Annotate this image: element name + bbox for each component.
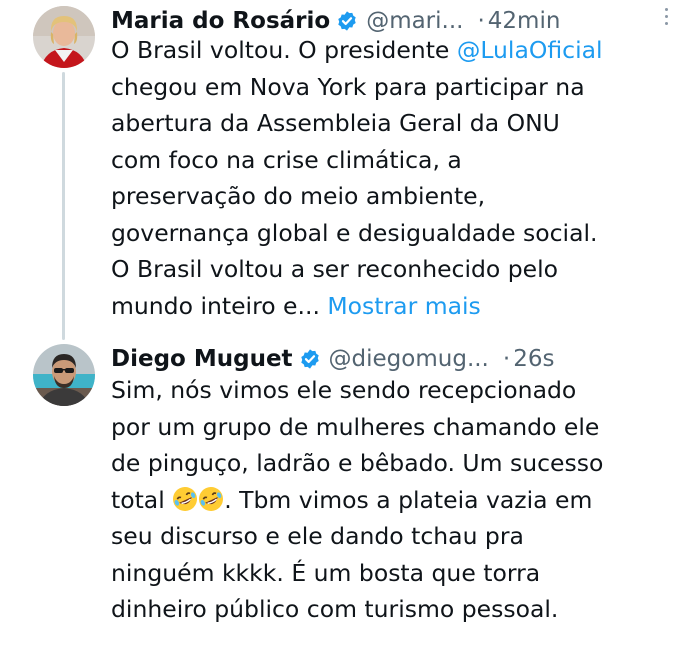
author-handle[interactable]: @mari... <box>366 8 463 34</box>
text-line: por um grupo de mulheres chamando ele <box>111 412 600 441</box>
text-line: ninguém kkkk. É um bosta que torra <box>111 558 541 587</box>
author-handle[interactable]: @diegomug... <box>329 346 489 372</box>
more-options-icon[interactable] <box>654 2 678 30</box>
tweet-text: Sim, nós vimos ele sendo recepcionado po… <box>111 372 680 628</box>
mention-link[interactable]: @LulaOficial <box>457 36 603 64</box>
verified-badge-icon <box>338 11 356 31</box>
text-line: O Brasil voltou. O presidente <box>111 36 457 64</box>
tweet-text: O Brasil voltou. O presidente @LulaOfici… <box>111 32 680 324</box>
text-line: dinheiro público com turismo pessoal. <box>111 595 559 623</box>
thread-connector-line <box>62 72 65 340</box>
rolling-on-floor-laughing-emoji <box>173 486 198 511</box>
text-line: total <box>111 485 173 514</box>
text-line: O Brasil voltou a ser reconhecido pelo <box>111 255 559 283</box>
text-line: com foco na crise climática, a <box>111 145 462 174</box>
timestamp[interactable]: 26s <box>513 346 554 372</box>
verified-badge-icon <box>300 349 319 369</box>
separator-dot: · <box>502 346 511 372</box>
author-name[interactable]: Diego Muguet <box>111 346 293 372</box>
author-name[interactable]: Maria do Rosário <box>111 8 330 34</box>
avatar[interactable] <box>33 344 95 406</box>
text-line: seu discurso e ele dando tchau pra <box>111 522 524 550</box>
text-line: mundo inteiro e... <box>111 291 328 320</box>
text-line: Sim, nós vimos ele sendo recepcionado <box>111 376 577 404</box>
tweet-header: Diego Muguet @diegomug... · 26s <box>111 344 650 374</box>
text-line: governança global e desigualdade social. <box>111 218 598 247</box>
rolling-on-floor-laughing-emoji <box>199 486 224 511</box>
separator-dot: · <box>477 8 485 34</box>
text-line: preservação do meio ambiente, <box>111 182 486 210</box>
text-line: . Tbm vimos a plateia vazia em <box>224 485 593 514</box>
avatar[interactable] <box>33 6 95 68</box>
timestamp[interactable]: 42min <box>488 8 561 34</box>
text-line: abertura da Assembleia Geral da ONU <box>111 109 560 137</box>
text-line: de pinguço, ladrão e bêbado. Um sucesso <box>111 449 604 477</box>
show-more-link[interactable]: Mostrar mais <box>327 292 480 320</box>
text-line: chegou em Nova York para participar na <box>111 72 585 101</box>
